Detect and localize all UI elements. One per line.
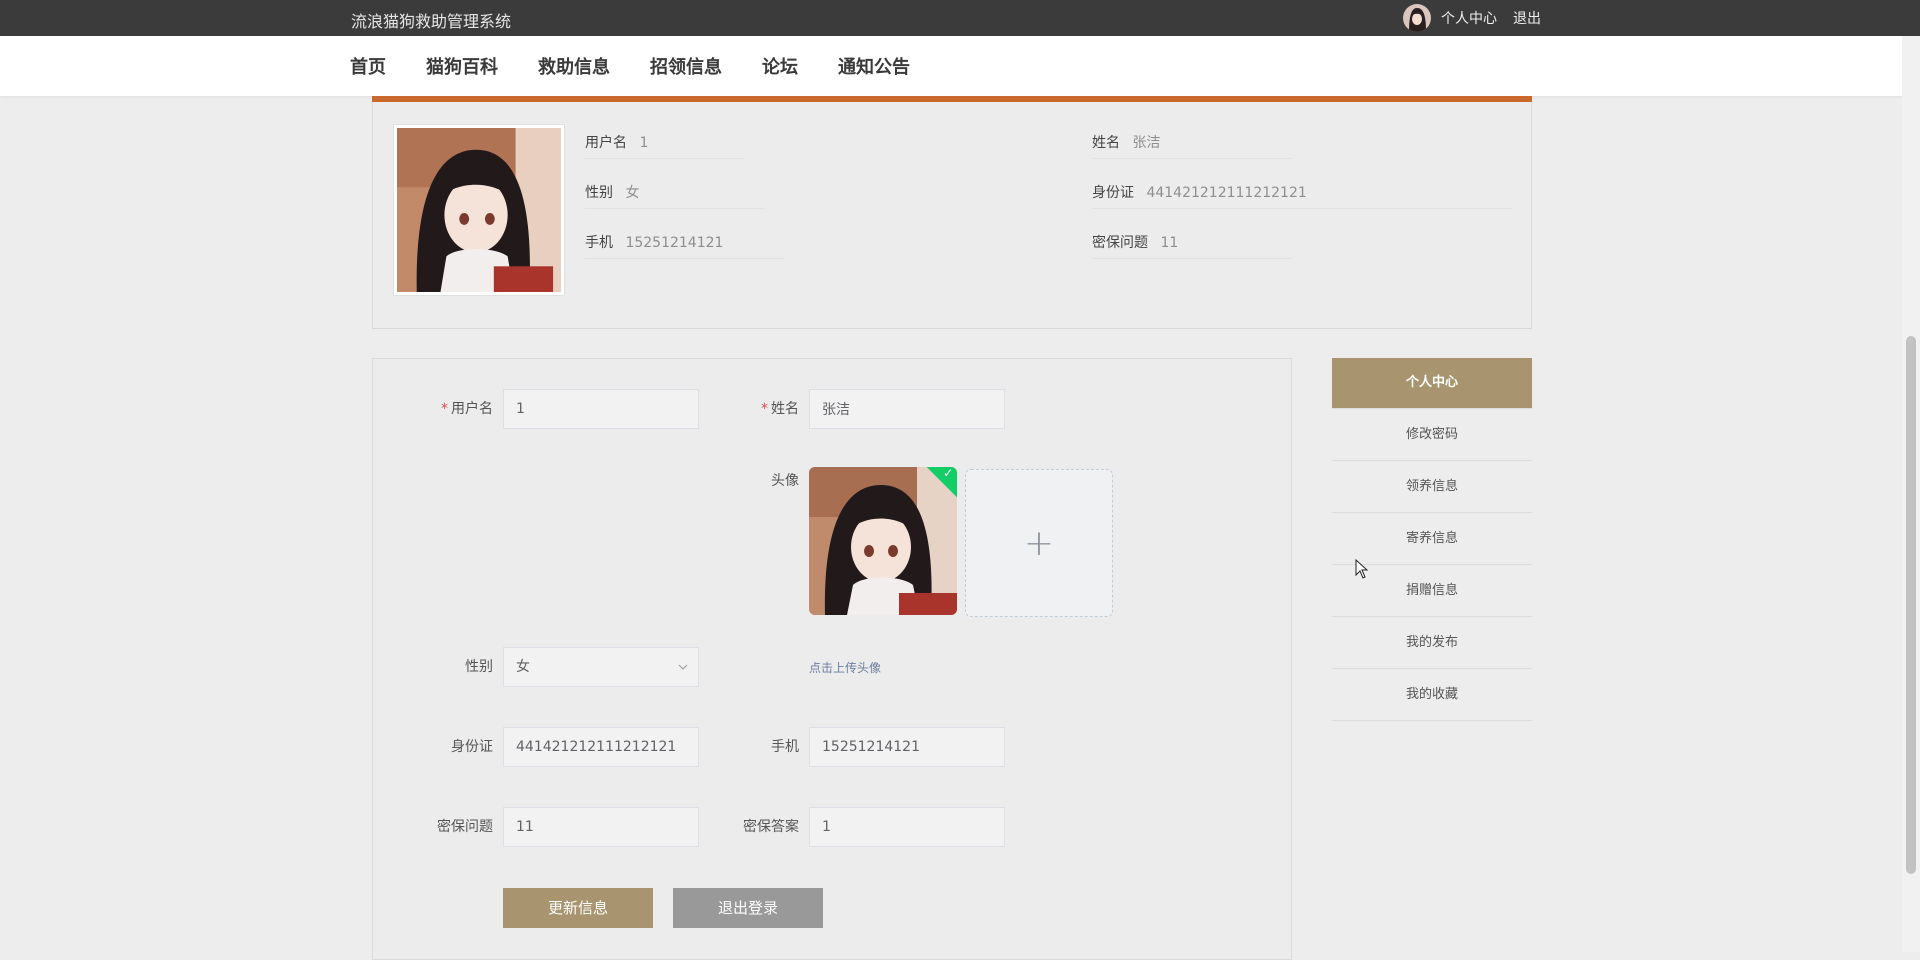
info-gender-label: 性别 (585, 185, 613, 201)
gender-label: 性别 (465, 659, 493, 675)
user-box: 个人中心 退出 (1403, 3, 1541, 33)
info-username-value: 1 (639, 135, 649, 151)
mouse-cursor-icon (1355, 559, 1369, 579)
chevron-down-icon (678, 664, 688, 670)
side-item-change-password[interactable]: 修改密码 (1332, 410, 1532, 461)
nav-list: 首页 猫狗百科 救助信息 招领信息 论坛 通知公告 (350, 36, 950, 96)
update-info-button[interactable]: 更新信息 (503, 888, 653, 928)
check-icon: ✓ (943, 467, 954, 481)
info-phone-value: 15251214121 (625, 235, 724, 251)
phone-label: 手机 (771, 739, 799, 755)
info-name-value: 张洁 (1132, 135, 1161, 151)
info-security-question-value: 11 (1160, 235, 1179, 251)
info-id-value: 441421212111212121 (1146, 185, 1307, 201)
security-question-label: 密保问题 (437, 819, 493, 835)
required-mark: * (441, 401, 448, 417)
side-item-foster-info[interactable]: 寄养信息 (1332, 514, 1532, 565)
gender-select[interactable]: 女 (503, 647, 699, 687)
nav-item-forum[interactable]: 论坛 (762, 53, 798, 79)
upload-avatar-tip[interactable]: 点击上传头像 (809, 659, 881, 676)
profile-summary-card: 用户名 1 性别 女 手机 15251214121 姓名 张洁 身份证 4414… (372, 96, 1532, 329)
required-mark: * (761, 401, 768, 417)
logout-button[interactable]: 退出登录 (673, 888, 823, 928)
info-phone: 手机 15251214121 (585, 228, 785, 259)
name-label: * 姓名 (679, 389, 799, 429)
username-label-text: 用户名 (451, 401, 493, 417)
info-gender-value: 女 (625, 185, 640, 201)
info-gender: 性别 女 (585, 178, 765, 209)
username-input[interactable] (503, 389, 699, 429)
gender-select-value: 女 (516, 659, 530, 675)
username-label: * 用户名 (403, 389, 493, 429)
id-input[interactable] (503, 727, 699, 767)
edit-profile-form: *用户名 *姓名 头像 ✓ + 性别 女 点击上传头像 (372, 358, 1292, 960)
info-name-label: 姓名 (1092, 135, 1120, 151)
main-nav: 首页 猫狗百科 救助信息 招领信息 论坛 通知公告 (0, 36, 1920, 96)
info-security-question-label: 密保问题 (1092, 235, 1148, 251)
upload-add-button[interactable]: + (965, 469, 1113, 617)
security-answer-input[interactable] (809, 807, 1005, 847)
nav-item-encyclopedia[interactable]: 猫狗百科 (426, 53, 498, 79)
nav-item-adoption[interactable]: 招领信息 (650, 53, 722, 79)
profile-photo (393, 124, 565, 296)
info-username: 用户名 1 (585, 128, 745, 159)
avatar-label: 头像 (771, 473, 799, 489)
plus-icon: + (1023, 522, 1055, 564)
side-item-personal-center[interactable]: 个人中心 (1332, 358, 1532, 409)
page-scrollbar[interactable] (1902, 36, 1920, 952)
info-name: 姓名 张洁 (1092, 128, 1292, 159)
uploaded-avatar[interactable]: ✓ (809, 467, 957, 615)
scrollbar-thumb[interactable] (1906, 336, 1916, 874)
nav-item-rescue[interactable]: 救助信息 (538, 53, 610, 79)
side-item-adoption-info[interactable]: 领养信息 (1332, 462, 1532, 513)
name-label-text: 姓名 (771, 401, 799, 417)
info-username-label: 用户名 (585, 135, 627, 151)
logout-link[interactable]: 退出 (1513, 8, 1541, 28)
phone-input[interactable] (809, 727, 1005, 767)
security-answer-label: 密保答案 (743, 819, 799, 835)
info-phone-label: 手机 (585, 235, 613, 251)
nav-item-notices[interactable]: 通知公告 (838, 53, 910, 79)
security-question-input[interactable] (503, 807, 699, 847)
info-security-question: 密保问题 11 (1092, 228, 1292, 259)
app-title: 流浪猫狗救助管理系统 (351, 12, 512, 31)
personal-center-link[interactable]: 个人中心 (1441, 8, 1497, 28)
side-menu: 个人中心 修改密码 领养信息 寄养信息 捐赠信息 我的发布 我的收藏 (1332, 358, 1532, 722)
top-bar: 流浪猫狗救助管理系统 个人中心 退出 (0, 0, 1920, 36)
side-item-my-favorites[interactable]: 我的收藏 (1332, 670, 1532, 721)
info-id: 身份证 441421212111212121 (1092, 178, 1512, 209)
accent-bar (372, 96, 1532, 102)
name-input[interactable] (809, 389, 1005, 429)
user-avatar[interactable] (1403, 4, 1431, 32)
side-item-my-posts[interactable]: 我的发布 (1332, 618, 1532, 669)
nav-item-home[interactable]: 首页 (350, 53, 386, 79)
info-id-label: 身份证 (1092, 185, 1134, 201)
id-label: 身份证 (451, 739, 493, 755)
